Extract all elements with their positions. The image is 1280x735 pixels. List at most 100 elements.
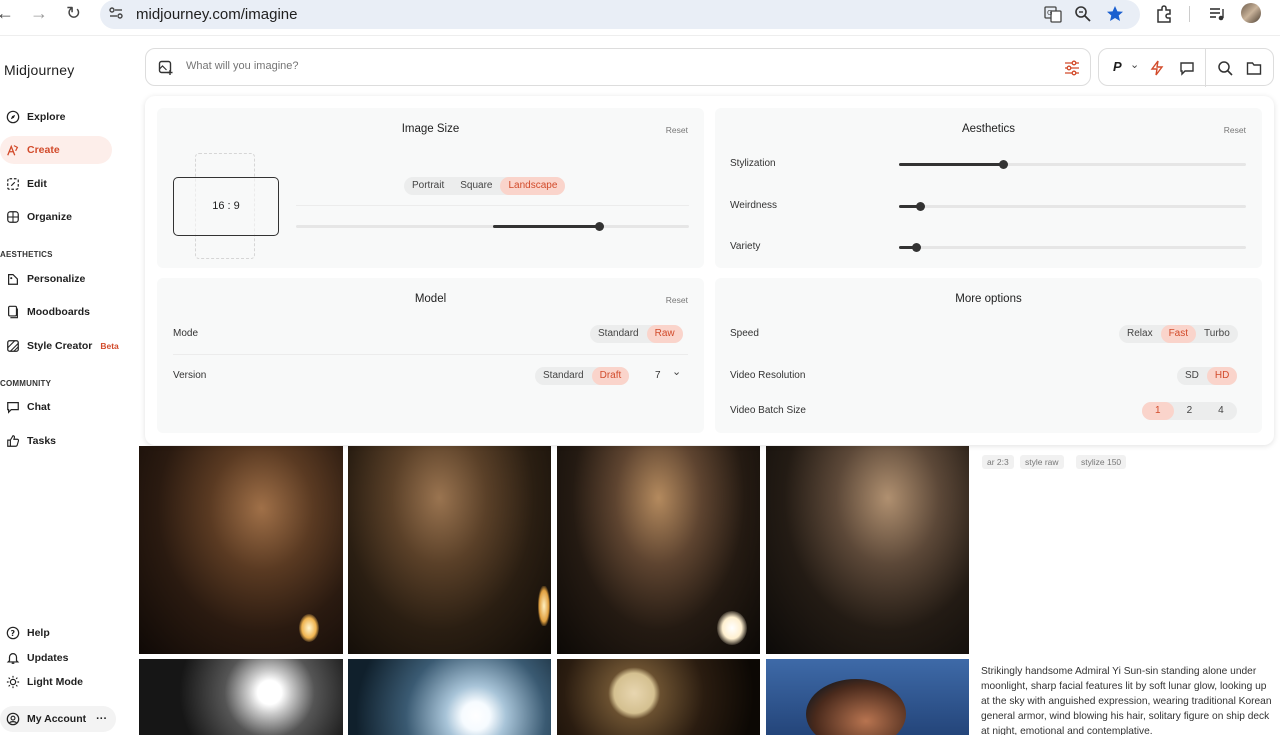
sidebar-item-personalize[interactable]: Personalize bbox=[0, 265, 112, 293]
option-1[interactable]: 1 bbox=[1142, 402, 1174, 420]
svg-text:?: ? bbox=[11, 629, 16, 638]
sidebar-item-label: Chat bbox=[27, 401, 51, 413]
option-fast[interactable]: Fast bbox=[1160, 325, 1197, 343]
forward-icon[interactable]: → bbox=[30, 4, 48, 22]
sidebar-item-chat[interactable]: Chat bbox=[0, 393, 112, 421]
search-icon[interactable] bbox=[1217, 60, 1233, 76]
sidebar-item-light-mode[interactable]: Light Mode bbox=[0, 675, 83, 689]
option-4[interactable]: 4 bbox=[1205, 402, 1237, 420]
generated-image[interactable] bbox=[557, 446, 760, 654]
sidebar-item-tasks[interactable]: Tasks bbox=[0, 427, 112, 455]
sidebar-item-label: Help bbox=[27, 627, 50, 639]
more-options-card: More options Speed Relax Fast Turbo Vide… bbox=[715, 278, 1262, 433]
account-more-icon[interactable]: ··· bbox=[96, 713, 107, 725]
option-2[interactable]: 2 bbox=[1174, 402, 1206, 420]
sidebar-item-style-creator[interactable]: Style Creator Beta bbox=[0, 332, 130, 360]
sidebar-item-label: Explore bbox=[27, 111, 66, 123]
generated-image[interactable] bbox=[139, 659, 343, 735]
version-number[interactable]: 7 bbox=[655, 370, 661, 381]
option-landscape[interactable]: Landscape bbox=[500, 177, 566, 195]
personalize-icon bbox=[8, 274, 18, 285]
chevron-down-icon[interactable]: ⌄ bbox=[1130, 58, 1139, 71]
card-title: Model bbox=[414, 293, 447, 305]
weirdness-slider[interactable] bbox=[899, 202, 1246, 211]
lightning-icon[interactable] bbox=[1149, 60, 1165, 76]
speed-segmented[interactable]: Relax Fast Turbo bbox=[1119, 325, 1238, 343]
slider-label: Weirdness bbox=[730, 200, 778, 211]
sidebar-item-label: Personalize bbox=[27, 273, 86, 285]
aesthetics-card: Aesthetics Reset Stylization Weirdness V… bbox=[715, 108, 1262, 268]
folder-icon[interactable] bbox=[1246, 60, 1262, 76]
generated-image[interactable] bbox=[766, 659, 969, 735]
personalize-toggle[interactable]: P bbox=[1113, 59, 1122, 74]
generated-image[interactable] bbox=[348, 446, 551, 654]
orientation-segmented[interactable]: Portrait Square Landscape bbox=[404, 177, 566, 195]
option-standard[interactable]: Standard bbox=[535, 367, 592, 385]
sidebar-item-moodboards[interactable]: Moodboards bbox=[0, 298, 112, 326]
site-settings-icon[interactable] bbox=[108, 5, 124, 21]
zoom-icon[interactable] bbox=[1074, 5, 1092, 23]
generated-image[interactable] bbox=[348, 659, 551, 735]
aspect-preview: 16 : 9 bbox=[173, 177, 279, 236]
sidebar-item-help[interactable]: ? Help bbox=[0, 626, 50, 640]
slider-knob[interactable] bbox=[915, 202, 925, 211]
reset-button[interactable]: Reset bbox=[666, 295, 688, 305]
option-raw[interactable]: Raw bbox=[646, 325, 683, 343]
media-control-icon[interactable] bbox=[1208, 5, 1226, 23]
chat-bubble-icon[interactable] bbox=[1179, 60, 1195, 76]
option-square[interactable]: Square bbox=[452, 177, 500, 195]
option-sd[interactable]: SD bbox=[1177, 367, 1207, 385]
prompt-input[interactable] bbox=[186, 60, 986, 72]
slider-knob[interactable] bbox=[912, 243, 922, 252]
batch-size-segmented[interactable]: 1 2 4 bbox=[1142, 402, 1237, 420]
sidebar-item-edit[interactable]: Edit bbox=[0, 170, 112, 198]
compass-icon bbox=[6, 110, 20, 124]
profile-avatar[interactable] bbox=[1241, 3, 1261, 23]
job-prompt-text[interactable]: Strikingly handsome Admiral Yi Sun-sin s… bbox=[981, 664, 1277, 735]
chevron-down-icon[interactable]: ⌄ bbox=[672, 365, 681, 378]
version-segmented[interactable]: Standard Draft bbox=[535, 367, 630, 385]
aspect-slider-track[interactable] bbox=[296, 222, 689, 231]
sidebar-item-my-account[interactable]: My Account ··· bbox=[0, 706, 116, 732]
chat-icon bbox=[7, 402, 19, 414]
translate-icon[interactable]: G bbox=[1044, 5, 1062, 23]
browser-toolbar: ← → ↻ midjourney.com/imagine G bbox=[0, 0, 1280, 36]
job-tag[interactable]: style raw bbox=[1020, 455, 1064, 469]
bookmark-star-icon[interactable] bbox=[1106, 5, 1124, 23]
stylization-slider[interactable] bbox=[899, 160, 1246, 169]
generated-image[interactable] bbox=[557, 659, 760, 735]
extensions-icon[interactable] bbox=[1155, 5, 1173, 23]
resolution-segmented[interactable]: SD HD bbox=[1177, 367, 1238, 385]
reload-icon[interactable]: ↻ bbox=[66, 4, 81, 22]
address-bar[interactable]: midjourney.com/imagine G bbox=[100, 0, 1140, 29]
sidebar-item-updates[interactable]: Updates bbox=[0, 651, 68, 665]
option-relax[interactable]: Relax bbox=[1119, 325, 1161, 343]
settings-sliders-icon[interactable] bbox=[1064, 60, 1080, 76]
job-tag[interactable]: stylize 150 bbox=[1076, 455, 1127, 469]
variety-slider[interactable] bbox=[899, 243, 1246, 252]
option-hd[interactable]: HD bbox=[1206, 367, 1238, 385]
job-tag[interactable]: ar 2:3 bbox=[982, 455, 1014, 469]
option-portrait[interactable]: Portrait bbox=[404, 177, 452, 195]
sidebar-item-explore[interactable]: Explore bbox=[0, 103, 112, 131]
generated-image[interactable] bbox=[139, 446, 343, 654]
sidebar-item-create[interactable]: Create bbox=[0, 136, 112, 164]
account-icon bbox=[6, 712, 20, 726]
brand-logo[interactable]: Midjourney bbox=[4, 62, 74, 78]
reset-button[interactable]: Reset bbox=[1224, 125, 1246, 135]
sidebar-item-organize[interactable]: Organize bbox=[0, 203, 112, 231]
beta-badge: Beta bbox=[100, 341, 119, 351]
reset-button[interactable]: Reset bbox=[666, 125, 688, 135]
slider-knob[interactable] bbox=[999, 160, 1009, 169]
option-standard[interactable]: Standard bbox=[590, 325, 647, 343]
option-draft[interactable]: Draft bbox=[591, 367, 630, 385]
back-icon[interactable]: ← bbox=[0, 4, 14, 22]
sidebar: Midjourney Explore Create Edit Organize … bbox=[0, 36, 138, 735]
generated-image[interactable] bbox=[766, 446, 969, 654]
aspect-slider-knob[interactable] bbox=[594, 222, 604, 231]
mode-segmented[interactable]: Standard Raw bbox=[590, 325, 683, 343]
toolbar-divider bbox=[1189, 6, 1190, 22]
option-turbo[interactable]: Turbo bbox=[1196, 325, 1238, 343]
aesthetics-heading: AESTHETICS bbox=[0, 250, 53, 259]
add-image-icon[interactable] bbox=[158, 60, 174, 76]
